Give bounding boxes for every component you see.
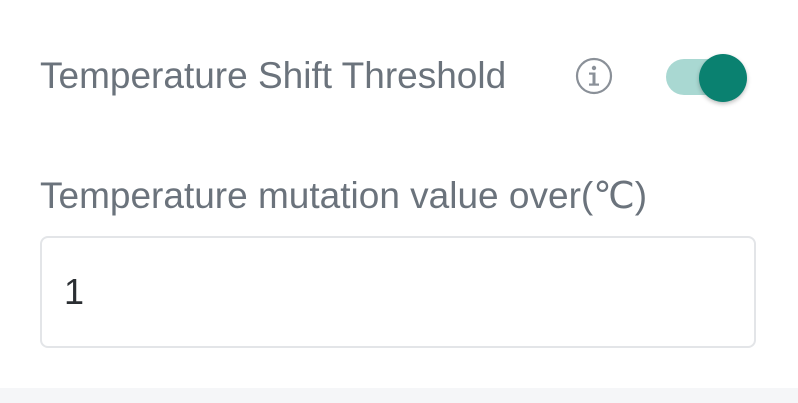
temperature-shift-threshold-row: Temperature Shift Threshold [40, 46, 758, 106]
info-icon[interactable] [574, 56, 614, 96]
temperature-mutation-value-label: Temperature mutation value over(℃) [40, 175, 648, 216]
settings-panel: Temperature Shift Threshold Temperature … [0, 0, 798, 403]
temperature-shift-threshold-label: Temperature Shift Threshold [40, 55, 507, 96]
toggle-knob [699, 54, 747, 102]
temperature-shift-threshold-toggle[interactable] [666, 54, 750, 102]
footer-band [0, 388, 798, 403]
temperature-mutation-value-input[interactable] [40, 236, 756, 348]
